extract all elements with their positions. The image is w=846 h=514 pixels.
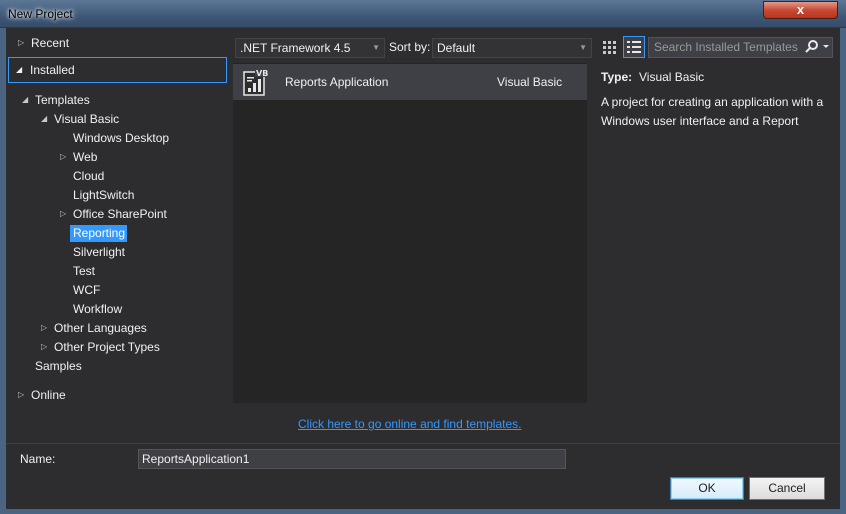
template-language: Visual Basic [497,75,563,89]
tree-item-other-languages[interactable]: Other Languages [54,319,147,337]
tree-item-windows-desktop[interactable]: Windows Desktop [73,129,169,147]
tree-item-test[interactable]: Test [73,262,95,280]
title-bar [0,0,846,28]
list-view-toggle[interactable] [623,36,645,58]
tree-item-silverlight[interactable]: Silverlight [73,243,125,261]
tree-item-cloud[interactable]: Cloud [73,167,104,185]
close-button[interactable]: x [763,1,838,19]
chevron-down-icon: ▼ [579,43,587,52]
list-view-icon [627,41,641,53]
close-icon: x [796,2,805,17]
sort-label: Sort by: [389,40,431,54]
expand-arrow-icon[interactable]: ▷ [41,338,51,356]
expand-arrow-icon[interactable]: ▷ [18,386,28,404]
cancel-button[interactable]: Cancel [749,477,825,500]
tree-item-visual-basic[interactable]: Visual Basic [54,110,119,128]
window-title: New Project [8,7,73,21]
tree-item-web[interactable]: Web [73,148,97,166]
name-label: Name: [20,452,56,466]
search-icon[interactable] [805,39,831,55]
sort-select-value: Default [437,41,476,55]
collapse-arrow-icon[interactable]: ◢ [16,61,26,79]
tree-item-installed[interactable]: Installed [30,61,75,79]
tree-item-reporting[interactable]: Reporting [73,224,125,242]
framework-select-value: .NET Framework 4.5 [240,41,351,55]
expand-arrow-icon[interactable]: ▷ [60,205,70,223]
online-templates-link[interactable]: Click here to go online and find templat… [298,417,521,431]
type-label: Type: [601,70,633,84]
vb-badge: VB [256,69,268,78]
tree-item-templates[interactable]: Templates [35,91,90,109]
tree-item-lightswitch[interactable]: LightSwitch [73,186,134,204]
tree-item-online[interactable]: Online [31,386,66,404]
template-description: A project for creating an application wi… [601,95,824,128]
tree-item-recent[interactable]: Recent [31,34,69,52]
tree-item-samples[interactable]: Samples [35,357,82,375]
tree-item-wcf[interactable]: WCF [73,281,100,299]
project-name-input[interactable]: ReportsApplication1 [138,449,566,469]
framework-select[interactable]: .NET Framework 4.5 ▼ [235,38,385,58]
ok-button[interactable]: OK [670,477,744,500]
tree-item-office-sharepoint[interactable]: Office SharePoint [73,205,167,223]
window-frame-right [840,28,846,514]
expand-arrow-icon[interactable]: ▷ [18,34,28,52]
tree-item-other-project-types[interactable]: Other Project Types [54,338,160,356]
template-name: Reports Application [285,75,389,89]
collapse-arrow-icon[interactable]: ◢ [22,91,32,109]
expand-arrow-icon[interactable]: ▷ [60,148,70,166]
search-placeholder: Search Installed Templates (Ctrl+E) [654,40,799,54]
tree-item-workflow[interactable]: Workflow [73,300,122,318]
sort-select[interactable]: Default ▼ [432,38,592,58]
type-value: Visual Basic [639,70,705,84]
vb-report-icon: VB [243,68,269,96]
collapse-arrow-icon[interactable]: ◢ [41,110,51,128]
template-list [233,63,587,403]
expand-arrow-icon[interactable]: ▷ [41,319,51,337]
chevron-down-icon: ▼ [372,43,380,52]
small-icons-view-icon[interactable] [601,39,619,55]
